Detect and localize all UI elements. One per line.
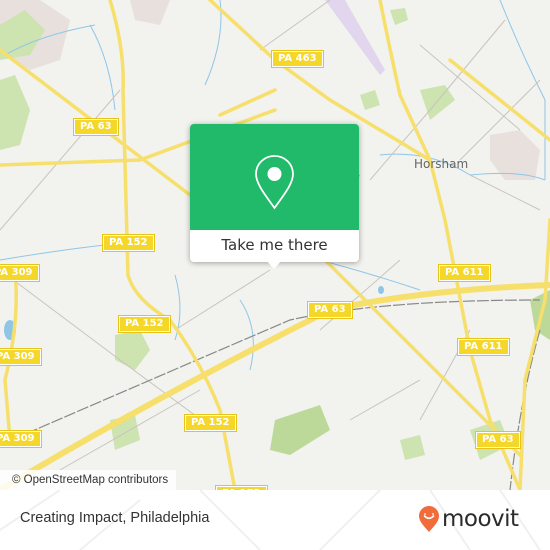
urban-area [490, 130, 540, 180]
route-shield: PA 309 [0, 348, 42, 366]
moovit-logo[interactable]: moovit [418, 504, 519, 534]
route-shield: PA 63 [475, 431, 521, 449]
map-pin-icon [255, 155, 294, 210]
take-me-there-popup[interactable]: Take me there [190, 124, 359, 269]
route-shield: PA 463 [271, 50, 324, 68]
park-area [400, 435, 425, 460]
place-label-horsham: Horsham [414, 157, 469, 171]
moovit-pin-icon [419, 506, 439, 532]
place-name: Creating Impact, Philadelphia [20, 510, 210, 526]
take-me-there-button[interactable]: Take me there [190, 230, 359, 262]
map-view[interactable]: PA 463 PA 63 PA 152 PA 309 PA 152 PA 309… [0, 0, 550, 490]
route-shield: PA 611 [438, 264, 491, 282]
urban-area [130, 0, 170, 25]
map-attribution[interactable]: © OpenStreetMap contributors [0, 470, 177, 490]
route-shield: PA 152 [184, 414, 237, 432]
popup-header [190, 124, 359, 230]
park-area [390, 8, 408, 25]
park-area [115, 330, 150, 370]
footer-bar: Creating Impact, Philadelphia moovit [0, 490, 550, 550]
park-area [0, 75, 30, 150]
airport-runway [325, 0, 385, 75]
park-area [420, 85, 455, 120]
route-shield: PA 309 [0, 430, 42, 448]
park-area [360, 90, 380, 110]
route-shield: PA 63 [73, 118, 119, 136]
popup-pointer [266, 260, 282, 269]
route-shield: PA 152 [118, 315, 171, 333]
route-shield: PA 309 [0, 264, 40, 282]
route-shield: PA 611 [457, 338, 510, 356]
moovit-wordmark: moovit [442, 506, 519, 532]
route-shield: PA 63 [307, 301, 353, 319]
route-shield: PA 152 [102, 234, 155, 252]
park-area [270, 405, 330, 455]
